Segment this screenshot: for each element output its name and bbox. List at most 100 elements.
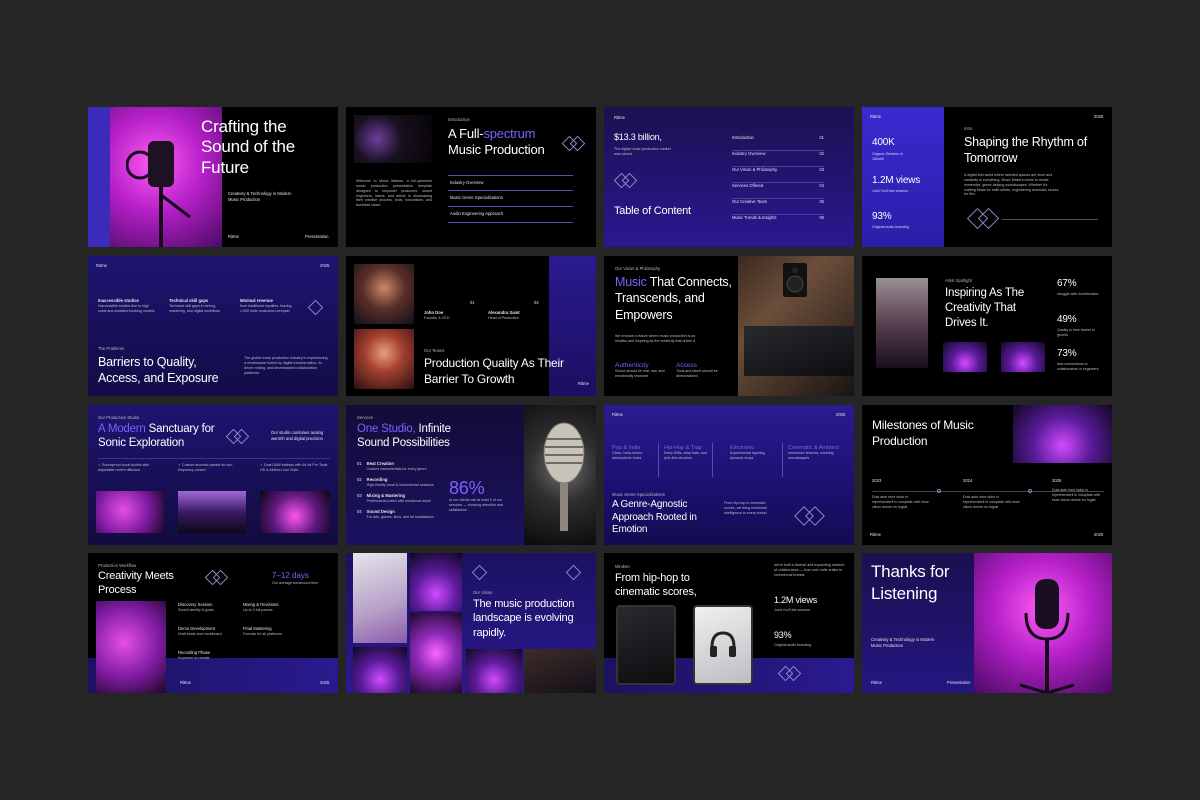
problem-col: Technical skill gaps Technical skill gap… — [169, 298, 229, 313]
service-item[interactable]: 03 Mixing & Mastering Professional polish … — [357, 493, 437, 509]
jumping-artist-photo — [1013, 405, 1112, 463]
stat-value: 93% — [872, 211, 892, 222]
slide-landscape[interactable]: Our Vision The music production landscap… — [346, 553, 596, 693]
toc-label: Introduction — [732, 135, 754, 140]
service-item[interactable]: 02 Recording High-fidelity vocal & instrum… — [357, 477, 437, 493]
purple-side-strip — [88, 107, 110, 247]
title-part: Music Production — [448, 142, 545, 158]
slide-milestones[interactable]: Milestones of Music Production 2023 Duis… — [862, 405, 1112, 545]
feature-item: ✓ Soundproof vocal booths with adjustabl… — [98, 463, 150, 472]
title-highlight: Music — [615, 275, 647, 289]
market-value: $13.3 billion, — [614, 132, 662, 142]
slide-cover[interactable]: Crafting the Sound of the Future Creativ… — [88, 107, 338, 247]
speakers-photo — [354, 115, 432, 163]
slide-thanks[interactable]: Thanks for Listening Creativity & Techno… — [862, 553, 1112, 693]
workflow-step: Final Mastering Formats for all platforms — [243, 626, 282, 637]
mixer-photo — [744, 326, 854, 376]
brand-label: Ritme — [612, 412, 623, 417]
step-body: Up to 3 full passes — [243, 607, 273, 612]
stat-value: 49% — [1057, 314, 1077, 325]
portrait-photo — [354, 264, 414, 324]
col-body: from traditional royalties, leaving 1,00… — [240, 303, 292, 313]
genre-body: Deep 808s, crisp hats, and lyric-first s… — [664, 451, 707, 460]
toc-item[interactable]: Music Trends & Insights 06 — [732, 215, 824, 231]
title-part: A Full- — [448, 126, 484, 141]
cover-title: Crafting the Sound of the Future — [201, 117, 296, 177]
section-title: Shaping the Rhythm of Tomorrow — [964, 135, 1087, 166]
slide-table-of-content[interactable]: Ritme $13.3 billion, The digital music p… — [604, 107, 854, 247]
section-body: We envision a future where music product… — [615, 334, 696, 343]
section-title: A Modern Sanctuary for Sonic Exploration — [98, 422, 216, 451]
section-kicker: Artist Spotlight — [945, 278, 972, 283]
toc-num: 06 — [819, 215, 824, 220]
stat-label: Joint YouTube session — [872, 189, 908, 193]
toc-num: 05 — [819, 199, 824, 204]
slide-shaping-rhythm[interactable]: Ritme 2025 400K Organic Streams in 1Mont… — [862, 107, 1112, 247]
studio-gear-photo — [524, 649, 596, 693]
title-highlight: One Studio, — [357, 423, 416, 435]
toc-item[interactable]: Industry Overview 02 — [732, 151, 824, 167]
turnaround-note: Our average turnaround time — [272, 581, 319, 585]
closing-subtitle: Creativity & Technology in Modern Music … — [871, 637, 935, 648]
diamond-icon — [471, 564, 488, 581]
slide-services[interactable]: Services One Studio, Infinite Sound Poss… — [346, 405, 596, 545]
intro-item[interactable]: Industry Overview — [450, 180, 484, 186]
concert-photo — [943, 342, 987, 372]
microphone-photo — [410, 613, 462, 693]
brand-label: Ritme — [871, 680, 882, 685]
stat-label: Original audio branding — [774, 643, 812, 647]
stat-label: Organic Streams in 1Month — [872, 152, 903, 161]
genre-col: Hip-Hop & Trap Deep 808s, crisp hats, and… — [664, 445, 710, 461]
service-body: Custom instrumentals for every genre — [366, 466, 427, 471]
toc-item[interactable]: Introduction 01 — [732, 135, 824, 151]
portrait-photo — [354, 329, 414, 389]
feature-item: ✓ Dual DAW stations with 64-bit Pro Tool… — [260, 463, 328, 472]
toc-label: Industry Overview — [732, 151, 766, 156]
service-num: 02 — [357, 477, 362, 482]
cover-subtitle: Creativity & Technology in Modern Music … — [228, 191, 292, 202]
slide-team[interactable]: 2025 01 John Doe Founder & CEO 02 Alexan… — [346, 256, 596, 396]
service-num: 01 — [357, 461, 362, 466]
slide-vision[interactable]: Our Vision & Philosophy Music That Conne… — [604, 256, 854, 396]
piano-photo — [178, 491, 246, 533]
intro-item[interactable]: Music Genre Specializations — [450, 195, 503, 201]
feature-item: ✓ Custom acoustic panels for low-frequen… — [178, 463, 233, 472]
intro-item[interactable]: Audio Engineering Approach — [450, 211, 503, 217]
slide-barriers[interactable]: Ritme 2025 Inaccessible studios Inaccess… — [88, 256, 338, 396]
service-body: Professional polish with emotional depth — [366, 498, 431, 503]
toc-item[interactable]: Services Offered 04 — [732, 183, 824, 199]
col-body: Inaccessible studios due to high costs a… — [98, 303, 155, 313]
pillar-body: Sound should be real, raw, and emotional… — [615, 369, 665, 378]
singer-photo — [876, 278, 928, 368]
market-value-note: The digital music production market was … — [614, 147, 671, 156]
slide-workflow[interactable]: Production Workflow Creativity Meets Pro… — [88, 553, 338, 693]
step-body: Formats for all platforms — [243, 631, 282, 636]
pillar: Access Tools and talent should be democr… — [676, 362, 726, 379]
toc-list: Introduction 01 Industry Overview 02 Our V… — [732, 135, 824, 231]
timeline-year: 2024 — [963, 478, 973, 483]
slide-artist-spotlight[interactable]: Artist Spotlight Inspiring As The Creati… — [862, 256, 1112, 396]
slide-studio[interactable]: Our Production Studio A Modern Sanctuary… — [88, 405, 338, 545]
service-item[interactable]: 04 Sound Design For ads, games, films, and… — [357, 509, 437, 525]
step-title: Recording Phase — [178, 650, 211, 655]
genre-body: Immersive textures, evolving soundscapes — [788, 451, 834, 460]
slide-genres[interactable]: Ritme 2025 Pop & Indie Clean, hook-driven… — [604, 405, 854, 545]
brand-label: Ritme — [870, 532, 881, 537]
toc-item[interactable]: Our Vision & Philosophy 03 — [732, 167, 824, 183]
slide-introduction[interactable]: Introduction A Full-spectrum Music Produ… — [346, 107, 596, 247]
toc-title: Table of Content — [614, 205, 691, 217]
genre-body: Experimental layering, dynamic drops — [730, 451, 766, 460]
section-kicker: Mindset — [615, 564, 630, 569]
section-title: Inspiring As The Creativity That Drives … — [945, 287, 1025, 329]
service-item[interactable]: 01 Beat Creation Custom instrumentals for … — [357, 461, 437, 477]
brand-label: Ritme — [228, 234, 239, 239]
member-num: 01 — [470, 300, 475, 305]
performer-photo — [353, 647, 407, 693]
toc-label: Music Trends & Insights — [732, 215, 777, 220]
intro-title: A Full-spectrum Music Production — [448, 126, 568, 159]
toc-item[interactable]: Our Creative Team 05 — [732, 199, 824, 215]
feature-text: Dual DAW stations with 64-bit Pro Tools … — [260, 463, 328, 472]
step-body: Sound identity & goals — [178, 607, 214, 612]
slide-network[interactable]: Mindset From hip-hop to cinematic scores… — [604, 553, 854, 693]
headphones-photo — [96, 601, 166, 693]
